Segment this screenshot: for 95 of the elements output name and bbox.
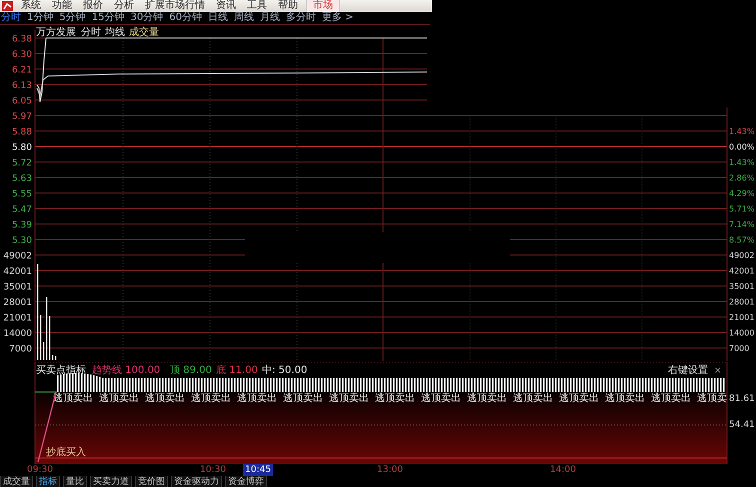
menu-item[interactable]: 报价 xyxy=(80,0,106,12)
price-label: 6.21 xyxy=(12,66,32,76)
indicator-tab[interactable]: 成交量 xyxy=(0,476,33,487)
sell-signal-label: 逃顶卖出 xyxy=(191,393,231,404)
menu-item[interactable]: 工具 xyxy=(244,0,270,12)
indicator-tab[interactable]: 指标 xyxy=(36,476,60,487)
sell-signal-label: 逃顶卖出 xyxy=(145,393,185,404)
indicator-tab[interactable]: 资金驱动力 xyxy=(171,476,222,487)
time-label: 13:00 xyxy=(376,464,404,476)
volume-label: 42001 xyxy=(729,266,754,276)
period-tab[interactable]: 1分钟 xyxy=(26,12,54,24)
volume-label: 28001 xyxy=(729,298,754,306)
price-label: 5.88 xyxy=(12,128,32,138)
volume-label: 14000 xyxy=(729,328,754,338)
indicator-tab[interactable]: 量比 xyxy=(63,476,87,487)
sell-signal-label: 逃顶卖出 xyxy=(421,393,461,404)
sell-signal-label: 逃顶卖出 xyxy=(375,393,415,404)
sell-signal-label: 逃顶卖出 xyxy=(329,393,369,404)
period-tab[interactable]: 60分钟 xyxy=(168,12,203,24)
period-tab[interactable]: 更多 > xyxy=(320,12,355,24)
indicator-title: 买卖点指标 xyxy=(36,365,86,376)
time-label: 10:30 xyxy=(199,464,227,476)
period-tab[interactable]: 30分钟 xyxy=(129,12,164,24)
volume-label: 28001 xyxy=(3,298,32,308)
percent-label: 5.71% xyxy=(729,204,754,214)
percent-label: 7.14% xyxy=(729,220,754,229)
legend-label: 万方发展 xyxy=(36,27,76,38)
percent-label: 8.57% xyxy=(729,236,754,244)
indicator-axis-label: 54.41 xyxy=(729,420,755,430)
price-label: 6.38 xyxy=(12,34,32,44)
buy-signal-label: 抄底买入 xyxy=(46,447,86,458)
price-label: 5.63 xyxy=(12,174,32,184)
period-tab[interactable]: 5分钟 xyxy=(58,12,87,24)
percent-label: 2.86% xyxy=(729,174,754,182)
legend-label: 均线 xyxy=(105,27,125,38)
time-label: 09:30 xyxy=(26,464,54,476)
indicator-parameter: 底 11.00 xyxy=(216,365,258,376)
sell-signal-label: 逃顶卖出 xyxy=(559,393,599,404)
price-label: 5.55 xyxy=(12,190,32,200)
percent-label: 1.43% xyxy=(729,127,754,136)
period-tab[interactable]: 月线 xyxy=(258,12,281,24)
sell-signal-label: 逃顶卖 xyxy=(697,393,727,404)
legend-label: 成交量 xyxy=(129,27,159,38)
percent-label: 0.00% xyxy=(729,142,754,152)
price-label: 5.72 xyxy=(12,158,32,168)
volume-label: 7000 xyxy=(9,344,32,354)
close-icon[interactable]: × xyxy=(714,366,722,376)
legend-label: 分时 xyxy=(81,27,101,38)
price-label: 5.39 xyxy=(12,220,32,230)
sell-signal-label: 逃顶卖出 xyxy=(605,393,645,404)
volume-label: 21001 xyxy=(729,313,754,322)
percent-label: 4.29% xyxy=(729,189,754,198)
price-label: 6.13 xyxy=(12,81,32,91)
menu-item[interactable]: 帮助 xyxy=(275,0,301,12)
period-tab[interactable]: 多分时 xyxy=(284,12,317,24)
price-label: 5.97 xyxy=(12,112,32,122)
indicator-parameter: 顶 89.00 xyxy=(170,365,212,376)
price-line xyxy=(36,38,46,102)
period-tab[interactable]: 周线 xyxy=(232,12,255,24)
price-label: 5.30 xyxy=(12,236,32,246)
volume-label: 35001 xyxy=(3,282,32,292)
indicator-parameter: 中: 50.00 xyxy=(262,365,308,376)
volume-label: 35001 xyxy=(729,282,754,291)
volume-label: 42001 xyxy=(3,267,32,277)
sell-signal-label: 逃顶卖出 xyxy=(237,393,277,404)
menu-item[interactable]: 资讯 xyxy=(213,0,239,12)
volume-label: 21001 xyxy=(3,314,32,324)
menu-item[interactable]: 分析 xyxy=(111,0,137,12)
period-tab[interactable]: 日线 xyxy=(206,12,229,24)
sell-signal-label: 逃顶卖出 xyxy=(513,393,553,404)
percent-label: 1.43% xyxy=(729,158,754,167)
app-logo-icon[interactable] xyxy=(2,1,13,11)
volume-label: 49002 xyxy=(3,252,32,262)
volume-label: 7000 xyxy=(729,344,750,353)
volume-label: 14000 xyxy=(3,329,32,339)
time-label: 14:00 xyxy=(549,464,577,476)
indicator-tab[interactable]: 竞价图 xyxy=(135,476,168,487)
sell-signal-label: 逃顶卖出 xyxy=(99,393,139,404)
sell-signal-label: 逃顶卖出 xyxy=(467,393,507,404)
sell-signal-label: 逃顶卖出 xyxy=(651,393,691,404)
price-label: 5.47 xyxy=(12,205,32,215)
period-tab[interactable]: 15分钟 xyxy=(90,12,126,24)
indicator-tab[interactable]: 买卖力道 xyxy=(90,476,132,487)
time-label: 10:45 xyxy=(243,464,273,476)
sell-signal-label: 逃顶卖出 xyxy=(283,393,323,404)
period-tab[interactable]: 分时 xyxy=(0,12,22,24)
menu-item[interactable]: 功能 xyxy=(49,0,75,12)
indicator-axis-label: 81.61 xyxy=(729,394,755,404)
indicator-parameter: 趋势线 100.00 xyxy=(92,365,160,376)
settings-label[interactable]: 右键设置 xyxy=(668,365,708,376)
volume-label: 49002 xyxy=(729,251,754,260)
price-label: 6.05 xyxy=(12,96,32,106)
price-label: 5.80 xyxy=(12,143,32,153)
indicator-tab[interactable]: 资金博弈 xyxy=(225,476,267,487)
price-label: 6.30 xyxy=(12,50,32,60)
